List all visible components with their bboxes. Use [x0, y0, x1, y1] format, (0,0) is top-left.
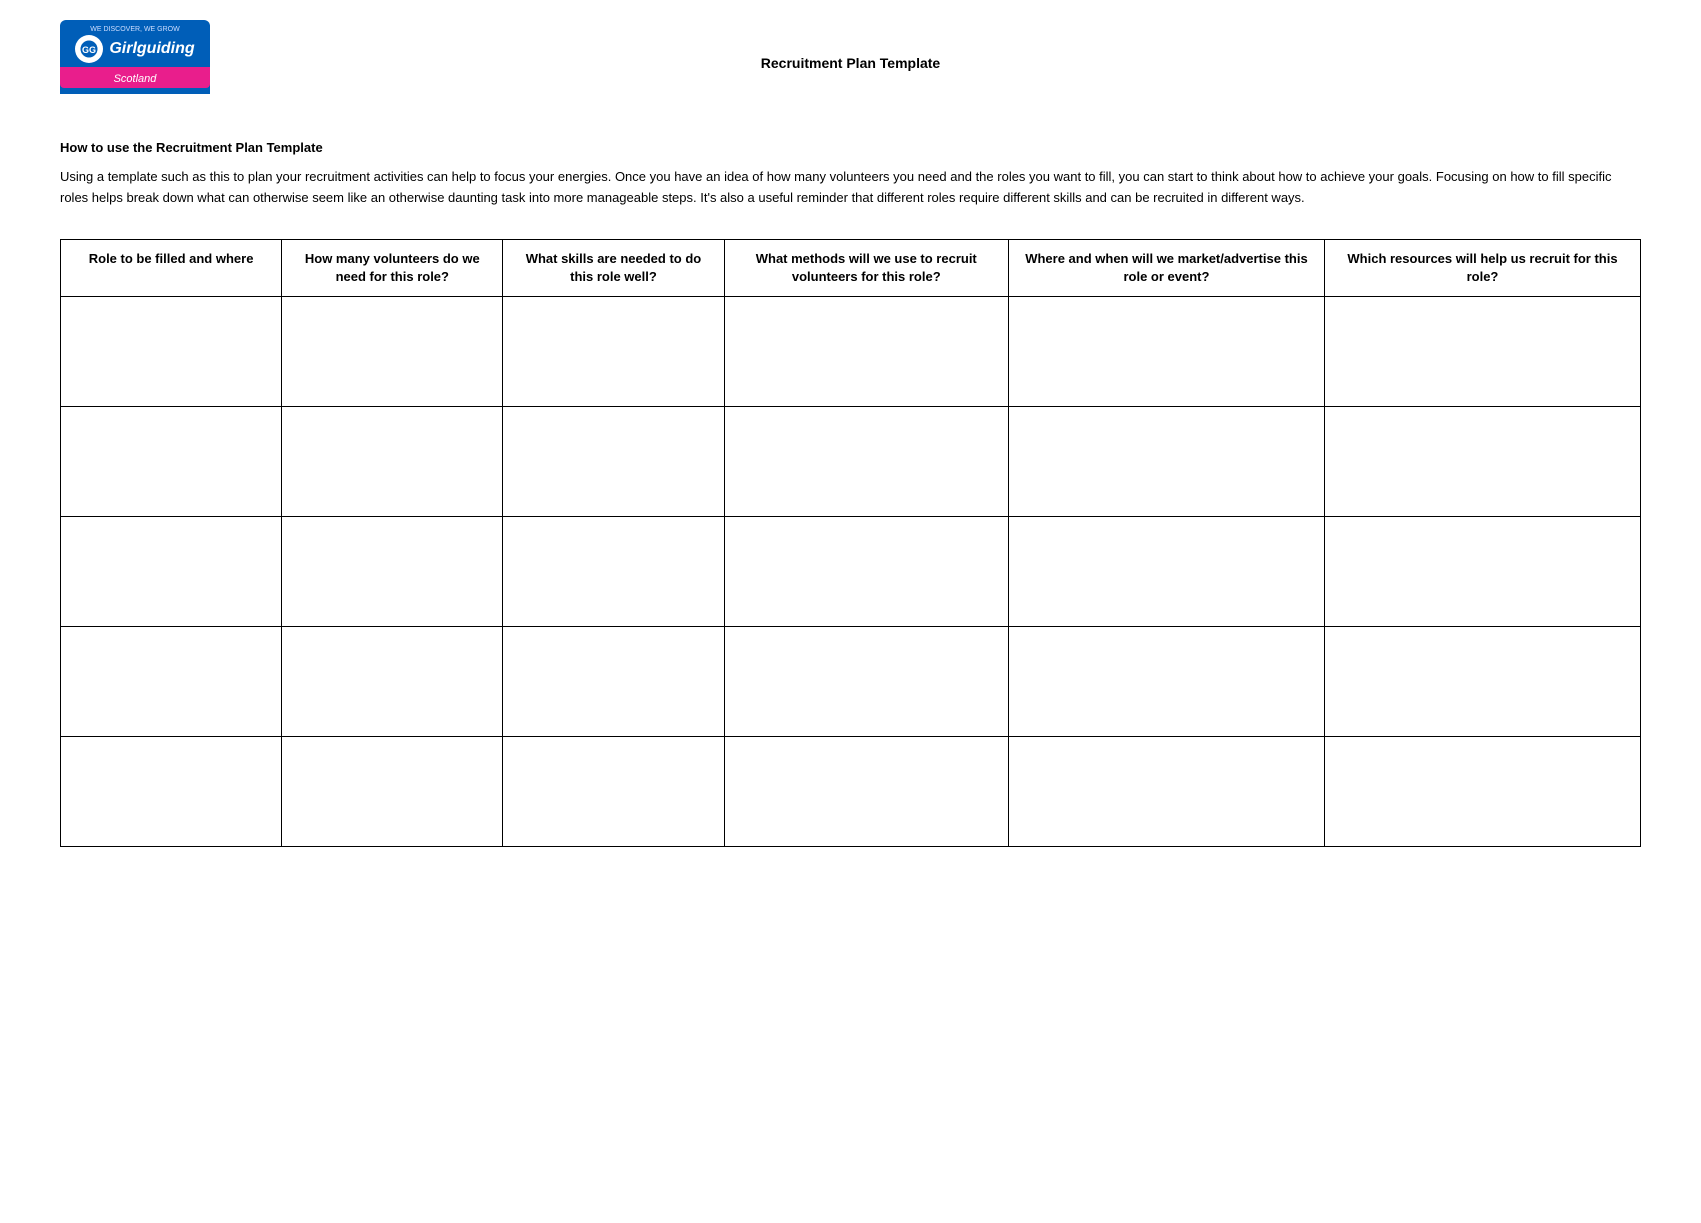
logo-brand-text: Girlguiding	[109, 40, 194, 58]
table-cell-r5-c1[interactable]	[61, 736, 282, 846]
table-cell-r5-c2[interactable]	[282, 736, 503, 846]
table-row	[61, 516, 1641, 626]
table-header-col-6: Which resources will help us recruit for…	[1324, 239, 1640, 296]
table-cell-r3-c3[interactable]	[503, 516, 724, 626]
table-cell-r2-c5[interactable]	[1008, 406, 1324, 516]
table-row	[61, 296, 1641, 406]
table-cell-r1-c3[interactable]	[503, 296, 724, 406]
intro-body: Using a template such as this to plan yo…	[60, 167, 1620, 209]
table-cell-r1-c1[interactable]	[61, 296, 282, 406]
table-header-row: Role to be filled and where How many vol…	[61, 239, 1641, 296]
table-cell-r2-c2[interactable]	[282, 406, 503, 516]
table-row	[61, 406, 1641, 516]
table-cell-r2-c6[interactable]	[1324, 406, 1640, 516]
table-header-col-2: How many volunteers do we need for this …	[282, 239, 503, 296]
table-cell-r1-c2[interactable]	[282, 296, 503, 406]
table-header-col-4: What methods will we use to recruit volu…	[724, 239, 1008, 296]
logo-icon: GG	[75, 35, 103, 63]
logo-tagline: WE DISCOVER, WE GROW	[90, 26, 179, 33]
intro-heading: How to use the Recruitment Plan Template	[60, 140, 1641, 155]
recruitment-table: Role to be filled and where How many vol…	[60, 239, 1641, 847]
table-cell-r4-c2[interactable]	[282, 626, 503, 736]
table-cell-r5-c4[interactable]	[724, 736, 1008, 846]
table-cell-r4-c1[interactable]	[61, 626, 282, 736]
table-cell-r3-c2[interactable]	[282, 516, 503, 626]
table-row	[61, 736, 1641, 846]
table-cell-r4-c6[interactable]	[1324, 626, 1640, 736]
table-cell-r1-c6[interactable]	[1324, 296, 1640, 406]
table-header-col-3: What skills are needed to do this role w…	[503, 239, 724, 296]
table-cell-r3-c5[interactable]	[1008, 516, 1324, 626]
table-cell-r1-c4[interactable]	[724, 296, 1008, 406]
table-cell-r5-c5[interactable]	[1008, 736, 1324, 846]
table-cell-r3-c1[interactable]	[61, 516, 282, 626]
table-cell-r5-c3[interactable]	[503, 736, 724, 846]
table-cell-r3-c6[interactable]	[1324, 516, 1640, 626]
table-cell-r2-c4[interactable]	[724, 406, 1008, 516]
table-cell-r2-c3[interactable]	[503, 406, 724, 516]
table-header-col-1: Role to be filled and where	[61, 239, 282, 296]
table-row	[61, 626, 1641, 736]
document-title: Recruitment Plan Template	[220, 20, 1481, 71]
table-cell-r5-c6[interactable]	[1324, 736, 1640, 846]
table-cell-r1-c5[interactable]	[1008, 296, 1324, 406]
page-header: WE DISCOVER, WE GROW GG Girlguiding Scot…	[60, 20, 1641, 110]
table-cell-r2-c1[interactable]	[61, 406, 282, 516]
table-header-col-5: Where and when will we market/advertise …	[1008, 239, 1324, 296]
logo-region-text: Scotland	[114, 73, 157, 85]
svg-text:GG: GG	[82, 45, 96, 55]
table-cell-r4-c5[interactable]	[1008, 626, 1324, 736]
table-cell-r4-c3[interactable]	[503, 626, 724, 736]
table-cell-r3-c4[interactable]	[724, 516, 1008, 626]
logo: WE DISCOVER, WE GROW GG Girlguiding Scot…	[60, 20, 220, 110]
table-cell-r4-c4[interactable]	[724, 626, 1008, 736]
